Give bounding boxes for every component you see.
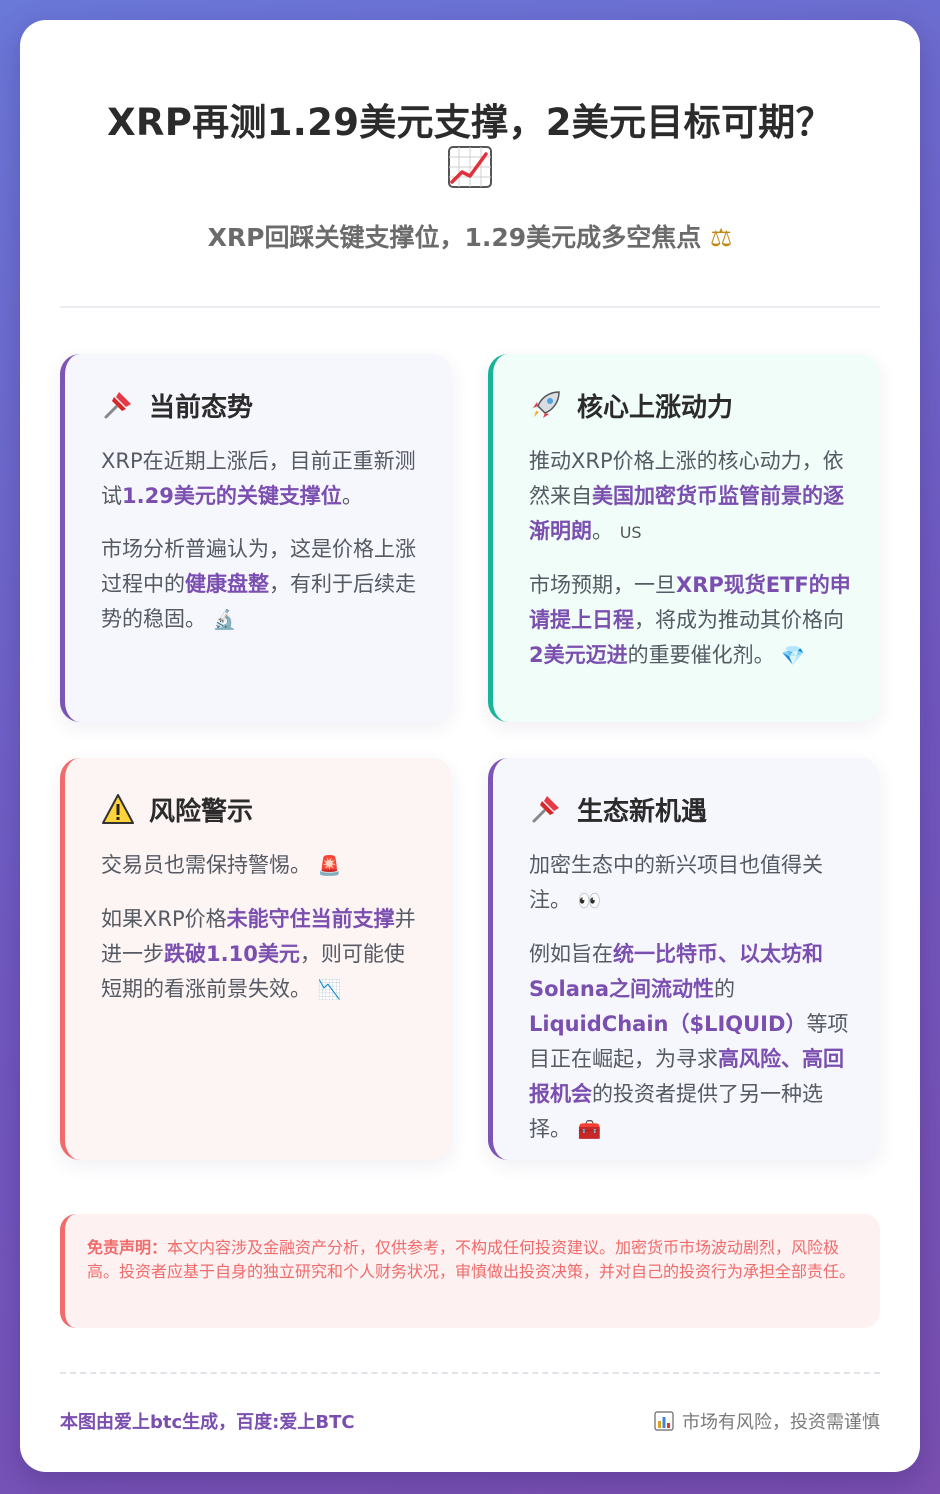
page-subtitle: XRP回踩关键支撑位，1.29美元成多空焦点 ⚖ [207,223,733,252]
section-paragraph: 市场分析普遍认为，这是价格上涨过程中的健康盘整，有利于后续走势的稳固。 🔬 [101,537,416,631]
poster-card: XRP再测1.29美元支撑，2美元目标可期？ XRP回踩关键支撑位，1.29美元… [20,20,920,1472]
section-title: 风险警示 [149,796,254,827]
pushpin-icon [101,388,135,422]
section-header: 核心上涨动力 [529,388,852,423]
section-paragraph: 如果XRP价格未能守住当前支撑并进一步跌破1.10美元，则可能使短期的看涨前景失… [101,907,416,1001]
section-risk: 风险警示 交易员也需保持警惕。 🚨 如果XRP价格未能守住当前支撑并进一步跌破1… [60,758,452,1160]
toolbox-icon: 🧰 [577,1119,602,1141]
section-header: 生态新机遇 [529,792,852,827]
section-header: 当前态势 [101,388,424,423]
chart-up-icon [448,146,492,188]
section-ecosystem: 生态新机遇 加密生态中的新兴项目也值得关注。 👀 例如旨在统一比特币、以太坊和S… [488,758,880,1160]
disclaimer-label: 免责声明： [87,1238,168,1257]
rocket-icon [529,388,563,422]
footer-credit: 本图由爱上btc生成，百度:爱上BTC [60,1412,355,1433]
section-paragraph: 推动XRP价格上涨的核心动力，依然来自美国加密货币监管前景的逐渐明朗。 US [529,449,844,543]
microscope-icon: 🔬 [212,609,237,631]
warning-icon [101,792,135,826]
chart-down-icon: 📉 [317,979,342,1001]
section-header: 风险警示 [101,792,424,827]
section-paragraph: 市场预期，一旦XRP现货ETF的申请提上日程，将成为推动其价格向2美元迈进的重要… [529,573,851,667]
footer-divider [60,1372,880,1374]
eyes-icon: 👀 [577,890,602,912]
bar-chart-icon [654,1411,674,1431]
pushpin-icon [529,792,563,826]
siren-icon: 🚨 [317,855,342,877]
us-flag-icon: US [619,523,642,542]
disclaimer: 免责声明：本文内容涉及金融资产分析，仅供参考，不构成任何投资建议。加密货币市场波… [60,1214,880,1328]
section-title: 当前态势 [149,392,254,423]
page-title: XRP再测1.29美元支撑，2美元目标可期？ [107,101,833,144]
divider [60,306,880,308]
section-paragraph: XRP在近期上涨后，目前正重新测试1.29美元的关键支撑位。 [101,449,416,508]
section-paragraph: 例如旨在统一比特币、以太坊和Solana之间流动性的LiquidChain（$L… [529,942,849,1141]
section-drivers: 核心上涨动力 推动XRP价格上涨的核心动力，依然来自美国加密货币监管前景的逐渐明… [488,354,880,722]
gem-icon: 💎 [781,645,805,667]
section-title: 核心上涨动力 [577,392,734,423]
section-paragraph: 交易员也需保持警惕。 🚨 [101,853,342,877]
section-paragraph: 加密生态中的新兴项目也值得关注。 👀 [529,853,823,912]
footer-risk-note: 市场有风险，投资需谨慎 [654,1408,880,1434]
section-title: 生态新机遇 [577,796,708,827]
disclaimer-text: 本文内容涉及金融资产分析，仅供参考，不构成任何投资建议。加密货币市场波动剧烈，风… [87,1238,856,1281]
balance-scale-icon: ⚖ [709,223,733,252]
section-current: 当前态势 XRP在近期上涨后，目前正重新测试1.29美元的关键支撑位。 市场分析… [60,354,452,722]
